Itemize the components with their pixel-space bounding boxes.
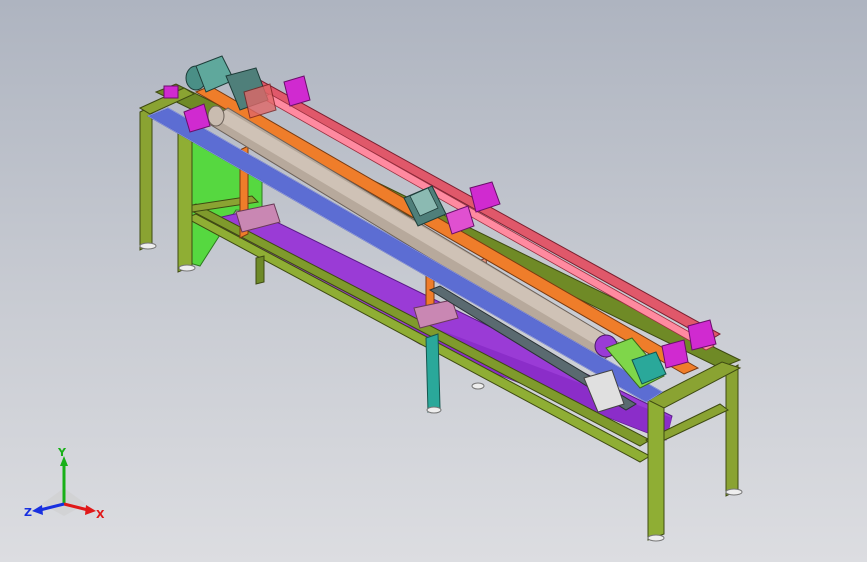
coordinate-triad: Y X Z — [24, 446, 105, 521]
leveling-foot — [178, 264, 196, 272]
support-leg — [255, 255, 265, 285]
frame-leg-front-right — [647, 393, 665, 541]
frame-leg-back-left — [139, 105, 153, 251]
tube-end-cap — [207, 105, 225, 127]
leveling-foot — [139, 242, 157, 250]
leveling-foot — [471, 382, 485, 390]
z-axis-arrow-icon — [32, 505, 43, 515]
leveling-foot — [647, 534, 665, 542]
clamp-bracket — [687, 319, 717, 351]
frame-leg-back-right — [725, 364, 739, 497]
support-leg-teal — [425, 333, 441, 413]
linear-rail-blue — [146, 107, 663, 403]
machine-assembly-model[interactable] — [0, 0, 867, 562]
cad-viewport[interactable]: Y X Z — [0, 0, 867, 562]
clamp-bracket — [469, 181, 501, 213]
frame-leg-front-left — [177, 121, 193, 273]
leveling-foot — [725, 488, 743, 496]
z-axis-label: Z — [24, 506, 32, 519]
leveling-foot — [426, 406, 442, 414]
x-axis-label: X — [96, 508, 105, 521]
x-axis-arrow-icon — [85, 505, 96, 515]
y-axis-label: Y — [57, 446, 67, 459]
clamp-bracket — [163, 85, 179, 99]
